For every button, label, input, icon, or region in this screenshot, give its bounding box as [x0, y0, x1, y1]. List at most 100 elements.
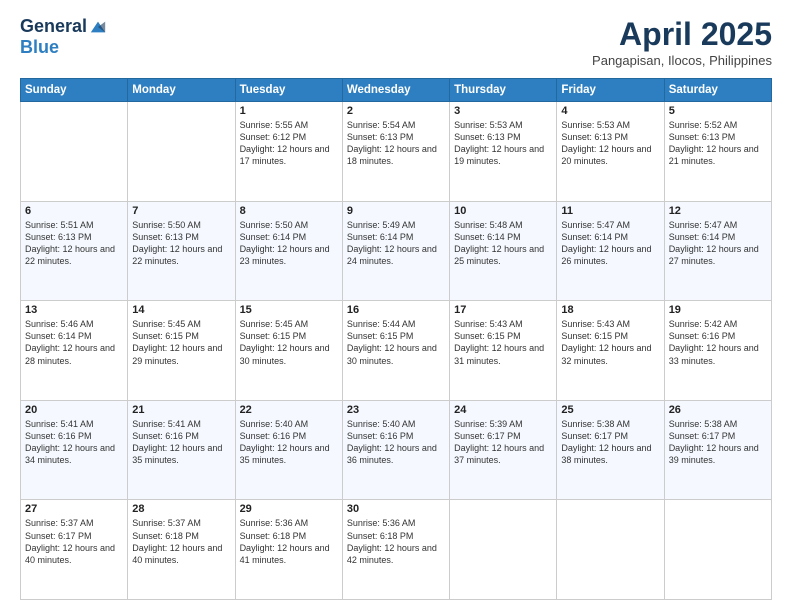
- day-info: Sunrise: 5:40 AM Sunset: 6:16 PM Dayligh…: [240, 418, 338, 467]
- day-number: 24: [454, 404, 552, 416]
- calendar-cell: 1Sunrise: 5:55 AM Sunset: 6:12 PM Daylig…: [235, 102, 342, 202]
- day-number: 28: [132, 503, 230, 515]
- day-info: Sunrise: 5:53 AM Sunset: 6:13 PM Dayligh…: [561, 119, 659, 168]
- day-number: 20: [25, 404, 123, 416]
- calendar-cell: 18 Sunrise: 5:43 AM Sunset: 6:15 PM Dayli…: [557, 301, 664, 401]
- day-info: Sunrise: 5:51 AM Sunset: 6:13 PM Dayligh…: [25, 219, 123, 268]
- day-number: 17: [454, 304, 552, 316]
- col-wednesday: Wednesday: [342, 79, 449, 102]
- day-number: 9: [347, 205, 445, 217]
- day-info: Sunrise: 5:43 AM Sunset: 6:15 PM Dayligh…: [454, 318, 552, 367]
- calendar-cell: 12 Sunrise: 5:47 AM Sunset: 6:14 PM Dayli…: [664, 201, 771, 301]
- calendar-week-2: 6 Sunrise: 5:51 AM Sunset: 6:13 PM Daylig…: [21, 201, 772, 301]
- calendar-cell: 20 Sunrise: 5:41 AM Sunset: 6:16 PM Dayli…: [21, 400, 128, 500]
- day-info: Sunrise: 5:49 AM Sunset: 6:14 PM Dayligh…: [347, 219, 445, 268]
- day-info: Sunrise: 5:41 AM Sunset: 6:16 PM Dayligh…: [25, 418, 123, 467]
- day-info: Sunrise: 5:46 AM Sunset: 6:14 PM Dayligh…: [25, 318, 123, 367]
- day-number: 13: [25, 304, 123, 316]
- calendar-cell: 23 Sunrise: 5:40 AM Sunset: 6:16 PM Dayli…: [342, 400, 449, 500]
- day-number: 29: [240, 503, 338, 515]
- day-number: 26: [669, 404, 767, 416]
- calendar-cell: 21Sunrise: 5:41 AM Sunset: 6:16 PM Dayli…: [128, 400, 235, 500]
- logo-blue: Blue: [20, 37, 59, 58]
- day-number: 8: [240, 205, 338, 217]
- day-info: Sunrise: 5:45 AM Sunset: 6:15 PM Dayligh…: [132, 318, 230, 367]
- calendar-table: Sunday Monday Tuesday Wednesday Thursday…: [20, 78, 772, 600]
- day-number: 4: [561, 105, 659, 117]
- day-number: 6: [25, 205, 123, 217]
- calendar-cell: 5 Sunrise: 5:52 AM Sunset: 6:13 PM Daylig…: [664, 102, 771, 202]
- day-number: 1: [240, 105, 338, 117]
- day-info: Sunrise: 5:38 AM Sunset: 6:17 PM Dayligh…: [561, 418, 659, 467]
- day-info: Sunrise: 5:53 AM Sunset: 6:13 PM Dayligh…: [454, 119, 552, 168]
- day-info: Sunrise: 5:43 AM Sunset: 6:15 PM Dayligh…: [561, 318, 659, 367]
- day-info: Sunrise: 5:44 AM Sunset: 6:15 PM Dayligh…: [347, 318, 445, 367]
- day-number: 11: [561, 205, 659, 217]
- day-info: Sunrise: 5:38 AM Sunset: 6:17 PM Dayligh…: [669, 418, 767, 467]
- calendar-cell: 29Sunrise: 5:36 AM Sunset: 6:18 PM Dayli…: [235, 500, 342, 600]
- day-number: 18: [561, 304, 659, 316]
- col-saturday: Saturday: [664, 79, 771, 102]
- calendar-week-4: 20 Sunrise: 5:41 AM Sunset: 6:16 PM Dayli…: [21, 400, 772, 500]
- calendar-cell: 9 Sunrise: 5:49 AM Sunset: 6:14 PM Daylig…: [342, 201, 449, 301]
- day-info: Sunrise: 5:45 AM Sunset: 6:15 PM Dayligh…: [240, 318, 338, 367]
- col-friday: Friday: [557, 79, 664, 102]
- col-sunday: Sunday: [21, 79, 128, 102]
- day-number: 12: [669, 205, 767, 217]
- calendar-cell: 6 Sunrise: 5:51 AM Sunset: 6:13 PM Daylig…: [21, 201, 128, 301]
- calendar-cell: 24 Sunrise: 5:39 AM Sunset: 6:17 PM Dayli…: [450, 400, 557, 500]
- day-number: 5: [669, 105, 767, 117]
- day-info: Sunrise: 5:52 AM Sunset: 6:13 PM Dayligh…: [669, 119, 767, 168]
- calendar-cell: 13 Sunrise: 5:46 AM Sunset: 6:14 PM Dayli…: [21, 301, 128, 401]
- calendar-cell: 14Sunrise: 5:45 AM Sunset: 6:15 PM Dayli…: [128, 301, 235, 401]
- logo-icon: [89, 18, 107, 36]
- day-info: Sunrise: 5:41 AM Sunset: 6:16 PM Dayligh…: [132, 418, 230, 467]
- calendar-week-3: 13 Sunrise: 5:46 AM Sunset: 6:14 PM Dayli…: [21, 301, 772, 401]
- calendar-cell: 16 Sunrise: 5:44 AM Sunset: 6:15 PM Dayli…: [342, 301, 449, 401]
- day-info: Sunrise: 5:42 AM Sunset: 6:16 PM Dayligh…: [669, 318, 767, 367]
- day-number: 10: [454, 205, 552, 217]
- calendar-cell: 2 Sunrise: 5:54 AM Sunset: 6:13 PM Daylig…: [342, 102, 449, 202]
- calendar-week-1: 1Sunrise: 5:55 AM Sunset: 6:12 PM Daylig…: [21, 102, 772, 202]
- calendar-cell: 17 Sunrise: 5:43 AM Sunset: 6:15 PM Dayli…: [450, 301, 557, 401]
- day-number: 16: [347, 304, 445, 316]
- day-number: 2: [347, 105, 445, 117]
- day-info: Sunrise: 5:40 AM Sunset: 6:16 PM Dayligh…: [347, 418, 445, 467]
- day-info: Sunrise: 5:48 AM Sunset: 6:14 PM Dayligh…: [454, 219, 552, 268]
- day-number: 27: [25, 503, 123, 515]
- calendar-cell: [557, 500, 664, 600]
- day-info: Sunrise: 5:37 AM Sunset: 6:18 PM Dayligh…: [132, 517, 230, 566]
- calendar-cell: 11 Sunrise: 5:47 AM Sunset: 6:14 PM Dayli…: [557, 201, 664, 301]
- day-info: Sunrise: 5:50 AM Sunset: 6:14 PM Dayligh…: [240, 219, 338, 268]
- calendar-cell: 22 Sunrise: 5:40 AM Sunset: 6:16 PM Dayli…: [235, 400, 342, 500]
- day-info: Sunrise: 5:50 AM Sunset: 6:13 PM Dayligh…: [132, 219, 230, 268]
- header-row: Sunday Monday Tuesday Wednesday Thursday…: [21, 79, 772, 102]
- calendar-cell: [664, 500, 771, 600]
- calendar-cell: 8 Sunrise: 5:50 AM Sunset: 6:14 PM Daylig…: [235, 201, 342, 301]
- logo-general: General: [20, 16, 87, 37]
- day-info: Sunrise: 5:47 AM Sunset: 6:14 PM Dayligh…: [669, 219, 767, 268]
- col-monday: Monday: [128, 79, 235, 102]
- day-number: 25: [561, 404, 659, 416]
- day-number: 19: [669, 304, 767, 316]
- header: General Blue April 2025 Pangapisan, Iloc…: [20, 16, 772, 68]
- day-info: Sunrise: 5:39 AM Sunset: 6:17 PM Dayligh…: [454, 418, 552, 467]
- day-info: Sunrise: 5:36 AM Sunset: 6:18 PM Dayligh…: [347, 517, 445, 566]
- day-info: Sunrise: 5:47 AM Sunset: 6:14 PM Dayligh…: [561, 219, 659, 268]
- calendar-cell: 25 Sunrise: 5:38 AM Sunset: 6:17 PM Dayli…: [557, 400, 664, 500]
- page: General Blue April 2025 Pangapisan, Iloc…: [0, 0, 792, 612]
- day-number: 30: [347, 503, 445, 515]
- title-block: April 2025 Pangapisan, Ilocos, Philippin…: [592, 16, 772, 68]
- calendar-cell: 28 Sunrise: 5:37 AM Sunset: 6:18 PM Dayli…: [128, 500, 235, 600]
- day-info: Sunrise: 5:54 AM Sunset: 6:13 PM Dayligh…: [347, 119, 445, 168]
- calendar-week-5: 27Sunrise: 5:37 AM Sunset: 6:17 PM Dayli…: [21, 500, 772, 600]
- calendar-cell: 15 Sunrise: 5:45 AM Sunset: 6:15 PM Dayli…: [235, 301, 342, 401]
- day-number: 22: [240, 404, 338, 416]
- col-tuesday: Tuesday: [235, 79, 342, 102]
- day-number: 15: [240, 304, 338, 316]
- calendar-cell: 10 Sunrise: 5:48 AM Sunset: 6:14 PM Dayli…: [450, 201, 557, 301]
- day-number: 23: [347, 404, 445, 416]
- day-number: 3: [454, 105, 552, 117]
- month-title: April 2025: [592, 16, 772, 53]
- calendar-cell: [128, 102, 235, 202]
